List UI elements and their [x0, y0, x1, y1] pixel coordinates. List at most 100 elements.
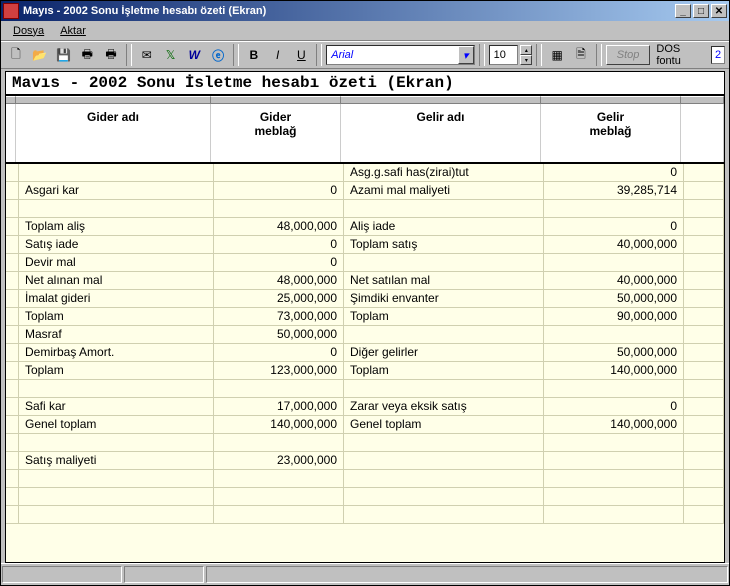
col-gider-adi: Gider adı [16, 104, 211, 162]
table-row[interactable] [6, 470, 724, 488]
cell-pad [684, 452, 724, 469]
cell-gider-meblag: 0 [214, 182, 344, 199]
row-gutter [6, 236, 19, 253]
maximize-button[interactable]: □ [693, 4, 709, 18]
table-row[interactable]: Toplam73,000,000Toplam90,000,000 [6, 308, 724, 326]
menu-aktar[interactable]: Aktar [52, 23, 94, 39]
italic-icon[interactable]: I [267, 44, 289, 66]
table-row[interactable]: İmalat gideri25,000,000Şimdiki envanter5… [6, 290, 724, 308]
cell-pad [684, 488, 724, 505]
row-gutter [6, 254, 19, 271]
cell-gelir-adi: Aliş iade [344, 218, 544, 235]
cell-gelir-adi: Toplam [344, 308, 544, 325]
chevron-down-icon[interactable]: ▾ [458, 46, 474, 64]
cell-gelir-meblag: 50,000,000 [544, 344, 684, 361]
cell-pad [684, 326, 724, 343]
grid-icon[interactable]: ▦ [546, 44, 568, 66]
cell-gelir-meblag: 39,285,714 [544, 182, 684, 199]
cell-gider-meblag [214, 506, 344, 523]
app-window: Mayıs - 2002 Sonu İşletme hesabı özeti (… [0, 0, 730, 586]
table-row[interactable]: Asg.g.safi has(zirai)tut0 [6, 164, 724, 182]
ie-icon[interactable]: ⓔ [207, 44, 229, 66]
doc-icon[interactable]: 🗎 [570, 44, 592, 66]
cell-gelir-adi [344, 326, 544, 343]
stop-button[interactable]: Stop [606, 45, 651, 65]
bold-icon[interactable]: B [243, 44, 265, 66]
underline-icon[interactable]: U [291, 44, 313, 66]
toolbar-separator [536, 44, 542, 66]
cell-gider-meblag: 123,000,000 [214, 362, 344, 379]
dos-font-value[interactable]: 2 [711, 46, 725, 64]
cell-gelir-adi: Genel toplam [344, 416, 544, 433]
cell-gelir-adi [344, 470, 544, 487]
word-icon[interactable]: W [183, 44, 205, 66]
cell-pad [684, 344, 724, 361]
table-row[interactable] [6, 488, 724, 506]
cell-gider-meblag [214, 488, 344, 505]
cell-gider-adi [19, 506, 214, 523]
table-row[interactable]: Toplam aliş48,000,000Aliş iade0 [6, 218, 724, 236]
font-size-input[interactable]: 10 [489, 45, 519, 65]
row-gutter [6, 272, 19, 289]
table-row[interactable] [6, 506, 724, 524]
cell-gelir-meblag [544, 254, 684, 271]
menubar: Dosya Aktar [1, 21, 729, 41]
table-row[interactable]: Masraf50,000,000 [6, 326, 724, 344]
table-row[interactable]: Satış iade0Toplam satış40,000,000 [6, 236, 724, 254]
cell-gelir-adi: Zarar veya eksik satış [344, 398, 544, 415]
table-row[interactable]: Net alınan mal48,000,000Net satılan mal4… [6, 272, 724, 290]
cell-gider-meblag: 23,000,000 [214, 452, 344, 469]
row-gutter [6, 308, 19, 325]
row-gutter [6, 164, 19, 181]
statusbar [1, 563, 729, 585]
cell-pad [684, 254, 724, 271]
cell-gelir-meblag [544, 506, 684, 523]
font-name-select[interactable]: Arial ▾ [326, 45, 474, 65]
menu-dosya[interactable]: Dosya [5, 23, 52, 39]
cell-gider-adi [19, 380, 214, 397]
save-icon[interactable]: 💾 [53, 44, 75, 66]
open-icon[interactable]: 📂 [29, 44, 51, 66]
excel-icon[interactable]: 𝕏 [160, 44, 182, 66]
cell-gider-meblag [214, 164, 344, 181]
mail-icon[interactable]: ✉ [136, 44, 158, 66]
column-headers: Gider adı Gider meblağ Gelir adı Gelir m… [6, 104, 724, 164]
close-button[interactable]: ✕ [711, 4, 727, 18]
table-row[interactable]: Toplam123,000,000Toplam140,000,000 [6, 362, 724, 380]
cell-pad [684, 182, 724, 199]
table-row[interactable]: Devir mal0 [6, 254, 724, 272]
cell-gelir-meblag: 40,000,000 [544, 236, 684, 253]
cell-gider-adi [19, 488, 214, 505]
table-row[interactable]: Genel toplam140,000,000Genel toplam140,0… [6, 416, 724, 434]
table-row[interactable]: Asgari kar0Azami mal maliyeti39,285,714 [6, 182, 724, 200]
data-grid[interactable]: Asg.g.safi has(zirai)tut0Asgari kar0Azam… [6, 164, 724, 562]
cell-pad [684, 434, 724, 451]
table-row[interactable]: Safi kar17,000,000Zarar veya eksik satış… [6, 398, 724, 416]
print-icon[interactable]: 🖶 [76, 44, 98, 66]
font-size-spinner[interactable]: ▴▾ [520, 45, 532, 65]
col-gider-meblag: Gider meblağ [211, 104, 341, 162]
minimize-button[interactable]: _ [675, 4, 691, 18]
table-row[interactable]: Satış maliyeti23,000,000 [6, 452, 724, 470]
cell-pad [684, 398, 724, 415]
status-pane-1 [2, 566, 122, 583]
cell-gelir-meblag: 0 [544, 164, 684, 181]
table-row[interactable]: Demirbaş Amort.0Diğer gelirler50,000,000 [6, 344, 724, 362]
cell-gider-adi: Genel toplam [19, 416, 214, 433]
table-row[interactable] [6, 380, 724, 398]
cell-pad [684, 416, 724, 433]
toolbar-separator [479, 44, 485, 66]
cell-gelir-adi [344, 506, 544, 523]
cell-gider-adi [19, 470, 214, 487]
row-gutter [6, 218, 19, 235]
print2-icon[interactable]: 🖶 [100, 44, 122, 66]
table-row[interactable] [6, 200, 724, 218]
new-icon[interactable]: 🗋 [5, 44, 27, 66]
table-row[interactable] [6, 434, 724, 452]
cell-gelir-meblag: 140,000,000 [544, 362, 684, 379]
cell-pad [684, 218, 724, 235]
cell-gelir-adi [344, 452, 544, 469]
dos-font-label: DOS fontu [656, 43, 707, 67]
row-gutter [6, 452, 19, 469]
row-gutter [6, 416, 19, 433]
